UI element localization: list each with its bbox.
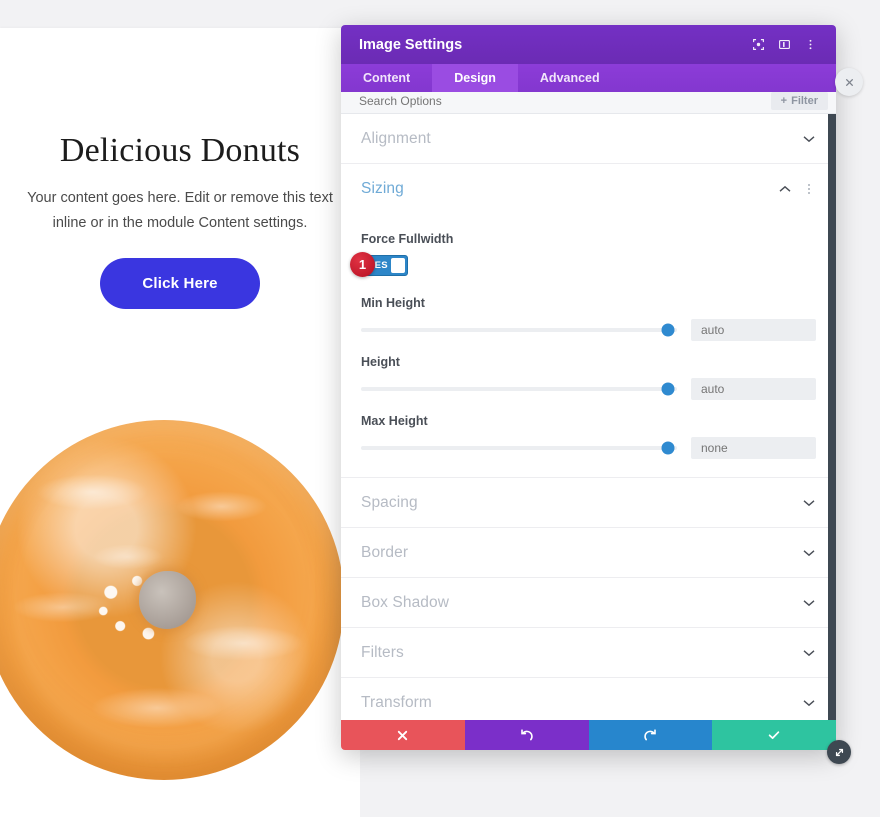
section-alignment[interactable]: Alignment [341, 114, 836, 164]
check-icon [768, 731, 780, 740]
section-transform[interactable]: Transform [341, 678, 836, 720]
step-badge: 1 [350, 252, 375, 277]
cancel-button[interactable] [341, 720, 465, 750]
search-input[interactable] [359, 93, 771, 108]
section-box-shadow-label: Box Shadow [361, 593, 450, 611]
resize-handle[interactable] [827, 740, 851, 764]
min-height-slider[interactable] [361, 323, 677, 337]
max-height-control [361, 437, 816, 459]
section-sizing-label: Sizing [361, 180, 404, 197]
section-filters[interactable]: Filters [341, 628, 836, 678]
height-slider[interactable] [361, 382, 677, 396]
max-height-slider[interactable] [361, 441, 677, 455]
max-height-label: Max Height [361, 414, 428, 428]
layout-columns-icon[interactable] [772, 34, 796, 56]
max-height-slider-knob[interactable] [661, 441, 675, 455]
chevron-down-icon [802, 696, 816, 710]
chevron-down-icon [802, 596, 816, 610]
min-height-input[interactable] [691, 319, 816, 341]
chevron-down-icon [802, 646, 816, 660]
more-vertical-icon[interactable] [798, 34, 822, 56]
sizing-options-panel: Force Fullwidth YES 1 Min Height Height [341, 214, 836, 478]
section-transform-label: Transform [361, 693, 432, 711]
image-settings-modal: Image Settings Content Design Advanced S… [341, 25, 863, 764]
section-sizing[interactable]: Sizing [341, 164, 836, 214]
height-label: Height [361, 355, 400, 369]
toggle-knob [390, 258, 405, 273]
undo-button[interactable] [464, 720, 589, 750]
modal-options-body: Alignment Sizing Force Fullwidth YES 1 M… [341, 114, 836, 720]
modal-scrollbar[interactable] [828, 114, 836, 720]
min-height-control [361, 319, 816, 341]
section-border[interactable]: Border [341, 528, 836, 578]
focus-icon[interactable] [746, 34, 770, 56]
section-spacing[interactable]: Spacing [341, 478, 836, 528]
page-title: Delicious Donuts [59, 132, 301, 169]
section-border-label: Border [361, 543, 409, 561]
modal-title: Image Settings [359, 36, 463, 53]
force-fullwidth-control: YES 1 [350, 252, 408, 277]
undo-icon [521, 728, 533, 740]
plus-icon: + [780, 94, 788, 107]
chevron-down-icon [802, 546, 816, 560]
tab-content[interactable]: Content [341, 64, 432, 92]
chevron-down-icon [802, 132, 816, 146]
chevron-up-icon [778, 182, 792, 196]
filter-button[interactable]: + Filter [770, 91, 828, 110]
section-filters-label: Filters [361, 643, 404, 661]
donut-hole [138, 571, 197, 629]
close-icon [398, 730, 408, 740]
force-fullwidth-label: Force Fullwidth [361, 232, 454, 246]
section-spacing-label: Spacing [361, 493, 418, 511]
donut-image-module[interactable] [0, 418, 360, 817]
close-icon [845, 78, 853, 86]
redo-button[interactable] [588, 720, 713, 750]
height-control [361, 378, 816, 400]
min-height-label: Min Height [361, 296, 425, 310]
modal-header[interactable]: Image Settings [341, 25, 836, 64]
resize-diagonal-icon [835, 748, 843, 756]
modal-action-bar [341, 720, 836, 750]
glazed-donut-photo [0, 420, 344, 780]
section-box-shadow[interactable]: Box Shadow [341, 578, 836, 628]
click-here-button[interactable]: Click Here [100, 257, 260, 309]
search-options-row: + Filter [341, 91, 836, 114]
section-options-icon[interactable] [802, 182, 816, 196]
tab-advanced[interactable]: Advanced [518, 64, 622, 92]
min-height-slider-knob[interactable] [661, 323, 675, 337]
hero-content: Delicious Donuts Your content goes here.… [0, 28, 360, 418]
filter-button-label: Filter [791, 94, 818, 107]
close-modal-button[interactable] [835, 68, 863, 96]
section-alignment-label: Alignment [361, 129, 431, 147]
height-input[interactable] [691, 378, 816, 400]
redo-icon [644, 728, 656, 740]
modal-tab-bar: Content Design Advanced [341, 64, 836, 92]
chevron-down-icon [802, 496, 816, 510]
save-button[interactable] [712, 720, 836, 750]
hero-body-text: Your content goes here. Edit or remove t… [27, 190, 333, 231]
height-slider-knob[interactable] [661, 382, 675, 396]
tab-design[interactable]: Design [432, 64, 518, 92]
max-height-input[interactable] [691, 437, 816, 459]
